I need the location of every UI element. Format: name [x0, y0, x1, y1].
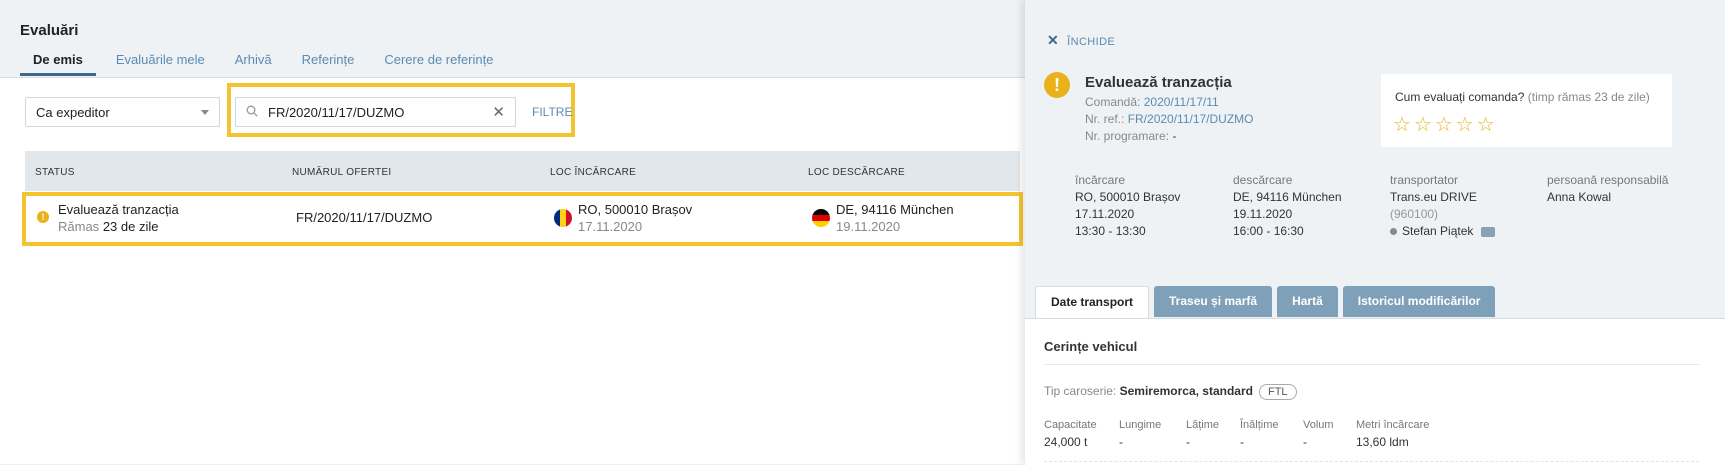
row-remaining: Rămas 23 de zile: [58, 219, 159, 234]
row-loading-place: RO, 500010 Brașov: [578, 202, 693, 217]
divider: [1044, 461, 1699, 463]
rating-stars[interactable]: ☆☆☆☆☆: [1393, 112, 1498, 137]
row-unloading-date: 19.11.2020: [836, 219, 901, 234]
close-button[interactable]: ✕ ÎNCHIDE: [1047, 32, 1115, 49]
rating-box: Cum evaluați comanda? (timp rămas 23 de …: [1381, 74, 1672, 147]
tab-arhiva[interactable]: Arhivă: [235, 52, 272, 76]
table-header: STATUS NUMĂRUL OFERTEI LOC ÎNCĂRCARE LOC…: [25, 151, 1020, 191]
warning-icon: !: [37, 211, 49, 223]
search-icon: [246, 105, 258, 117]
filters-link[interactable]: FILTRE: [532, 105, 572, 119]
warning-icon: !: [1044, 72, 1070, 98]
order-number: Comandă: 2020/11/17/11: [1085, 95, 1219, 109]
search-input[interactable]: FR/2020/11/17/DUZMO ✕: [235, 97, 516, 127]
tab-de-emis[interactable]: De emis: [20, 52, 96, 76]
tab-referinte[interactable]: Referințe: [302, 52, 355, 76]
carrier-person: Stefan Piątek: [1390, 223, 1496, 240]
unloading-info: descărcare DE, 94116 München 19.11.2020 …: [1233, 173, 1342, 238]
ref-number: Nr. ref.: FR/2020/11/17/DUZMO: [1085, 112, 1254, 126]
schedule-number: Nr. programare: -: [1085, 129, 1177, 143]
detail-panel: ✕ ÎNCHIDE ! Evaluează tranzacția Comandă:…: [1025, 0, 1725, 465]
chat-icon[interactable]: [1481, 226, 1496, 237]
page-title: Evaluări: [20, 22, 79, 39]
col-unloading-place[interactable]: LOC DESCĂRCARE: [808, 167, 905, 178]
clear-icon[interactable]: ✕: [492, 103, 505, 121]
tab-harta[interactable]: Hartă: [1277, 286, 1338, 317]
dim-height: Înălțime -: [1240, 419, 1279, 449]
search-value: FR/2020/11/17/DUZMO: [268, 105, 405, 120]
tab-istoric[interactable]: Istoricul modificărilor: [1342, 286, 1496, 317]
divider: [1044, 364, 1699, 365]
col-loading-place[interactable]: LOC ÎNCĂRCARE: [550, 167, 636, 178]
romania-flag-icon: [554, 209, 572, 227]
loading-info: încărcare RO, 500010 Brașov 17.11.2020 1…: [1075, 173, 1181, 238]
panel-body: Cerințe vehicul Tip caroserie: Semiremor…: [1025, 318, 1725, 465]
row-status: Evaluează tranzacția: [58, 202, 179, 217]
col-offer-number[interactable]: NUMĂRUL OFERTEI: [292, 167, 392, 178]
tab-traseu-marfa[interactable]: Traseu și marfă: [1154, 286, 1273, 317]
dim-width: Lățime -: [1186, 419, 1220, 449]
col-status[interactable]: STATUS: [35, 167, 75, 178]
dim-loading-meters: Metri încărcare 13,60 ldm: [1356, 419, 1430, 449]
status-dot: [1390, 228, 1397, 235]
tab-evaluarile-mele[interactable]: Evaluările mele: [116, 52, 205, 76]
main-tabs: De emis Evaluările mele Arhivă Referințe…: [20, 52, 523, 76]
germany-flag-icon: [812, 209, 830, 227]
role-select-value: Ca expeditor: [36, 105, 110, 120]
role-select[interactable]: Ca expeditor: [25, 97, 220, 127]
body-type: Tip caroserie: Semiremorca, standard FTL: [1044, 384, 1297, 400]
tab-cerere-referinte[interactable]: Cerere de referințe: [384, 52, 493, 76]
panel-title: Evaluează tranzacția: [1085, 74, 1232, 91]
close-icon: ✕: [1047, 32, 1060, 48]
dim-capacity: Capacitate 24,000 t: [1044, 419, 1097, 449]
row-loading-date: 17.11.2020: [578, 219, 643, 234]
carrier-info: transportator Trans.eu DRIVE (960100) St…: [1390, 172, 1496, 240]
tab-date-transport[interactable]: Date transport: [1035, 286, 1150, 318]
section-title: Cerințe vehicul: [1044, 339, 1138, 354]
rating-question: Cum evaluați comanda? (timp rămas 23 de …: [1395, 90, 1650, 104]
table-row[interactable]: ! Evaluează tranzacția Rămas 23 de zile …: [22, 192, 1023, 246]
row-unloading-place: DE, 94116 München: [836, 202, 954, 217]
row-offer-number: FR/2020/11/17/DUZMO: [296, 210, 433, 225]
dim-volume: Volum -: [1303, 419, 1334, 449]
dim-length: Lungime -: [1119, 419, 1162, 449]
chevron-down-icon: [201, 110, 209, 115]
ftl-badge: FTL: [1258, 384, 1297, 400]
responsible-info: persoană responsabilă Anna Kowal: [1547, 173, 1669, 204]
panel-tabs: Date transport Traseu și marfă Hartă Ist…: [1035, 286, 1500, 318]
